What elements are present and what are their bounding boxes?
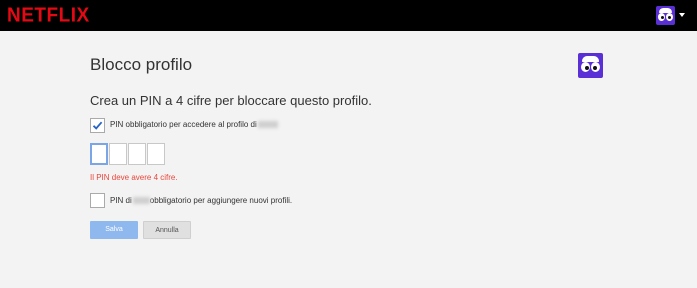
save-button[interactable]: Salva xyxy=(90,221,138,239)
add-profiles-pin-label: PIN di obbligatorio per aggiungere nuovi … xyxy=(110,196,292,205)
require-pin-label: PIN obbligatorio per accedere al profilo… xyxy=(110,120,278,129)
profile-avatar-icon xyxy=(578,53,603,78)
add-profiles-label-suffix: obbligatorio per aggiungere nuovi profil… xyxy=(149,196,293,205)
pin-digit-input-3[interactable] xyxy=(128,143,146,165)
cancel-button[interactable]: Annulla xyxy=(143,221,191,239)
redacted-profile-name xyxy=(257,121,278,129)
profile-avatar-icon[interactable] xyxy=(656,6,675,25)
add-profiles-label-prefix: PIN di xyxy=(110,196,132,205)
page-title: Blocco profilo xyxy=(90,55,193,74)
caret-down-icon[interactable] xyxy=(679,13,685,17)
top-navigation-bar: NETFLIX xyxy=(0,0,697,31)
redacted-profile-name xyxy=(132,197,150,205)
pin-digit-input-1[interactable] xyxy=(90,143,108,165)
pin-digit-input-4[interactable] xyxy=(147,143,165,165)
pin-digit-input-2[interactable] xyxy=(109,143,127,165)
require-pin-label-text: PIN obbligatorio per accedere al profilo… xyxy=(110,120,257,129)
require-pin-checkbox[interactable] xyxy=(90,118,105,133)
pin-instructions: Crea un PIN a 4 cifre per bloccare quest… xyxy=(90,93,372,108)
netflix-logo[interactable]: NETFLIX xyxy=(7,4,90,27)
pin-error-message: Il PIN deve avere 4 cifre. xyxy=(90,173,178,182)
add-profiles-pin-checkbox[interactable] xyxy=(90,193,105,208)
check-icon xyxy=(92,121,103,130)
